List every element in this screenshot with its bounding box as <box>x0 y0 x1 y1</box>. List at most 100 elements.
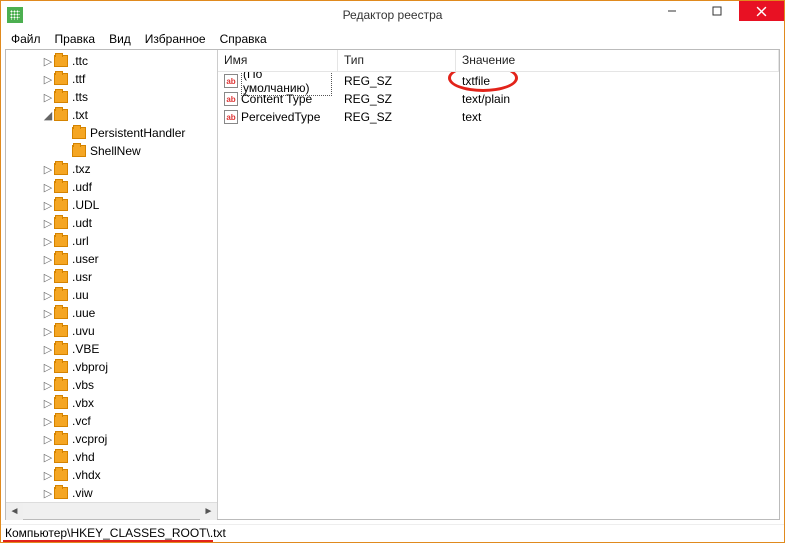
tree-node[interactable]: ▷ .vhdx <box>6 466 217 484</box>
status-bar: Компьютер\HKEY_CLASSES_ROOT\.txt <box>1 524 784 542</box>
scroll-left-arrow[interactable]: ◄ <box>6 503 23 520</box>
menu-view[interactable]: Вид <box>103 30 137 48</box>
app-icon <box>7 7 23 23</box>
expand-toggle-icon[interactable]: ▷ <box>42 379 54 392</box>
expand-toggle-icon[interactable]: ▷ <box>42 271 54 284</box>
folder-icon <box>72 127 86 139</box>
maximize-button[interactable] <box>694 1 739 21</box>
values-pane: Имя Тип Значение ab(По умолчанию)REG_SZt… <box>218 50 779 519</box>
menu-file[interactable]: Файл <box>5 30 47 48</box>
tree-node[interactable]: ▷.vbs <box>6 376 217 394</box>
folder-icon <box>54 163 68 175</box>
expand-toggle-icon[interactable]: ▷ <box>42 415 54 428</box>
tree-node-label: .VBE <box>72 342 99 356</box>
folder-icon <box>54 397 68 409</box>
value-name: PerceivedType <box>241 110 320 124</box>
menu-help[interactable]: Справка <box>214 30 273 48</box>
tree-node-label: .ttf <box>72 72 85 86</box>
tree-node-label: .url <box>72 234 89 248</box>
tree-node[interactable]: ▷.txz <box>6 160 217 178</box>
tree-node[interactable]: ▷.viw <box>6 484 217 502</box>
expand-toggle-icon[interactable]: ▷ <box>42 451 54 464</box>
folder-icon <box>54 379 68 391</box>
expand-toggle-icon[interactable]: ▷ <box>42 73 54 86</box>
close-button[interactable] <box>739 1 784 21</box>
folder-icon <box>54 217 68 229</box>
expand-toggle-icon[interactable]: ▷ <box>42 235 54 248</box>
tree-node[interactable]: ▷.user <box>6 250 217 268</box>
tree-node-label: .vhdx <box>72 468 101 482</box>
value-row[interactable]: abPerceivedTypeREG_SZtext <box>218 108 779 126</box>
folder-icon <box>54 469 68 481</box>
tree-node[interactable]: ▷ .uu <box>6 286 217 304</box>
string-value-icon: ab <box>224 110 238 124</box>
column-header-name[interactable]: Имя <box>218 50 338 71</box>
expand-toggle-icon[interactable]: ▷ <box>42 487 54 500</box>
folder-icon <box>54 289 68 301</box>
expand-toggle-icon[interactable]: ▷ <box>42 397 54 410</box>
tree-node[interactable]: ▷ .ttf <box>6 70 217 88</box>
scroll-right-arrow[interactable]: ► <box>200 503 217 520</box>
tree-node[interactable]: ▷.uue <box>6 304 217 322</box>
expand-toggle-icon[interactable]: ▷ <box>42 199 54 212</box>
window-title: Редактор реестра <box>343 8 443 22</box>
cell-value: txtfile <box>456 74 779 88</box>
expand-toggle-icon[interactable]: ◢ <box>42 109 54 122</box>
tree-horizontal-scrollbar[interactable]: ◄ ► <box>6 502 217 519</box>
expand-toggle-icon[interactable]: ▷ <box>42 343 54 356</box>
expand-toggle-icon[interactable]: ▷ <box>42 307 54 320</box>
tree-node-label: .udf <box>72 180 92 194</box>
tree-node[interactable]: ShellNew <box>6 142 217 160</box>
menu-favorites[interactable]: Избранное <box>139 30 212 48</box>
folder-icon <box>54 487 68 499</box>
tree-node[interactable]: ▷.vbproj <box>6 358 217 376</box>
tree-node[interactable]: ▷.udt <box>6 214 217 232</box>
tree-node[interactable]: ◢.txt <box>6 106 217 124</box>
expand-toggle-icon[interactable]: ▷ <box>42 325 54 338</box>
minimize-button[interactable] <box>649 1 694 21</box>
tree-node[interactable]: ▷.vcproj <box>6 430 217 448</box>
folder-icon <box>54 91 68 103</box>
tree-node[interactable]: ▷.uvu <box>6 322 217 340</box>
cell-type: REG_SZ <box>338 92 456 106</box>
tree-node[interactable]: ▷.vhd <box>6 448 217 466</box>
tree-node[interactable]: ▷ .ttc <box>6 52 217 70</box>
expand-toggle-icon[interactable]: ▷ <box>42 163 54 176</box>
titlebar[interactable]: Редактор реестра <box>1 1 784 29</box>
folder-icon <box>54 109 68 121</box>
menu-edit[interactable]: Правка <box>49 30 102 48</box>
column-header-value[interactable]: Значение <box>456 50 779 71</box>
list-body[interactable]: ab(По умолчанию)REG_SZtxtfileabContent T… <box>218 72 779 519</box>
expand-toggle-icon[interactable]: ▷ <box>42 217 54 230</box>
value-row[interactable]: abContent TypeREG_SZtext/plain <box>218 90 779 108</box>
tree-node[interactable]: ▷ .vcf <box>6 412 217 430</box>
expand-toggle-icon[interactable]: ▷ <box>42 361 54 374</box>
folder-icon <box>54 325 68 337</box>
tree-node[interactable]: ▷ .url <box>6 232 217 250</box>
expand-toggle-icon[interactable]: ▷ <box>42 55 54 68</box>
expand-toggle-icon[interactable]: ▷ <box>42 469 54 482</box>
tree-node-label: .ttc <box>72 54 88 68</box>
expand-toggle-icon[interactable]: ▷ <box>42 253 54 266</box>
tree-node[interactable]: ▷.vbx <box>6 394 217 412</box>
tree-node-label: .tts <box>72 90 88 104</box>
tree-node[interactable]: ▷ .VBE <box>6 340 217 358</box>
column-header-type[interactable]: Тип <box>338 50 456 71</box>
tree-node[interactable]: ▷ .tts <box>6 88 217 106</box>
expand-toggle-icon[interactable]: ▷ <box>42 289 54 302</box>
expand-toggle-icon[interactable]: ▷ <box>42 433 54 446</box>
expand-toggle-icon[interactable]: ▷ <box>42 181 54 194</box>
tree-node[interactable]: PersistentHandler <box>6 124 217 142</box>
folder-icon <box>54 451 68 463</box>
split-panes: ▷ .ttc ▷ .ttf ▷ .tts ◢.txtPersistentHandlerShe… <box>6 50 779 519</box>
expand-toggle-icon[interactable]: ▷ <box>42 91 54 104</box>
tree-node-label: .uu <box>72 288 89 302</box>
tree-node[interactable]: ▷.usr <box>6 268 217 286</box>
tree-view[interactable]: ▷ .ttc ▷ .ttf ▷ .tts ◢.txtPersistentHandlerShe… <box>6 50 217 502</box>
tree-node-label: .vcf <box>72 414 91 428</box>
folder-icon <box>54 361 68 373</box>
tree-node[interactable]: ▷.UDL <box>6 196 217 214</box>
tree-node[interactable]: ▷ .udf <box>6 178 217 196</box>
value-row[interactable]: ab(По умолчанию)REG_SZtxtfile <box>218 72 779 90</box>
client-area: ▷ .ttc ▷ .ttf ▷ .tts ◢.txtPersistentHandlerShe… <box>5 49 780 520</box>
